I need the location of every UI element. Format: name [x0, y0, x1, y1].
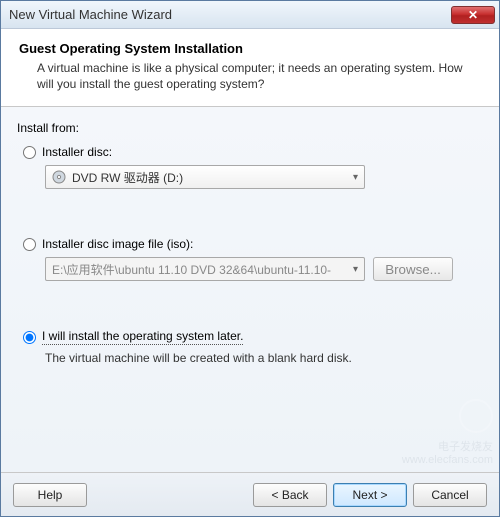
radio-installer-disc-label[interactable]: Installer disc: [42, 145, 112, 159]
installer-disc-value: DVD RW 驱动器 (D:) [72, 169, 183, 186]
next-button[interactable]: Next > [333, 483, 407, 507]
window-title: New Virtual Machine Wizard [9, 7, 451, 22]
close-button[interactable]: ✕ [451, 6, 495, 24]
chevron-down-icon: ▾ [353, 264, 358, 275]
titlebar: New Virtual Machine Wizard ✕ [1, 1, 499, 29]
header-title: Guest Operating System Installation [19, 41, 481, 56]
content-panel: Install from: Installer disc: DVD RW 驱动器… [1, 107, 499, 472]
header-description: A virtual machine is like a physical com… [37, 60, 481, 92]
browse-button[interactable]: Browse... [373, 257, 453, 281]
close-icon: ✕ [468, 9, 478, 21]
radio-installer-disc[interactable] [23, 146, 36, 159]
iso-path-dropdown[interactable]: E:\应用软件\ubuntu 11.10 DVD 32&64\ubuntu-11… [45, 257, 365, 281]
watermark-url: www.elecfans.com [402, 454, 493, 466]
header-panel: Guest Operating System Installation A vi… [1, 29, 499, 107]
option-installer-disc[interactable]: Installer disc: [23, 145, 483, 159]
option-install-later[interactable]: I will install the operating system late… [23, 329, 483, 345]
watermark: 电子发烧友 www.elecfans.com [402, 399, 493, 466]
help-button[interactable]: Help [13, 483, 87, 507]
installer-disc-dropdown[interactable]: DVD RW 驱动器 (D:) ▾ [45, 165, 365, 189]
iso-path-value: E:\应用软件\ubuntu 11.10 DVD 32&64\ubuntu-11… [52, 261, 331, 278]
install-later-description: The virtual machine will be created with… [45, 351, 483, 365]
installer-disc-row: DVD RW 驱动器 (D:) ▾ [45, 165, 483, 189]
radio-iso[interactable] [23, 238, 36, 251]
back-button[interactable]: < Back [253, 483, 327, 507]
cancel-button[interactable]: Cancel [413, 483, 487, 507]
radio-install-later-label[interactable]: I will install the operating system late… [42, 329, 243, 345]
iso-row: E:\应用软件\ubuntu 11.10 DVD 32&64\ubuntu-11… [45, 257, 483, 281]
install-from-label: Install from: [17, 121, 483, 135]
radio-iso-label[interactable]: Installer disc image file (iso): [42, 237, 193, 251]
footer: Help < Back Next > Cancel [1, 472, 499, 516]
option-iso[interactable]: Installer disc image file (iso): [23, 237, 483, 251]
disc-icon [52, 170, 66, 184]
watermark-logo-icon [459, 399, 493, 433]
chevron-down-icon: ▾ [353, 172, 358, 183]
wizard-window: New Virtual Machine Wizard ✕ Guest Opera… [0, 0, 500, 517]
watermark-text: 电子发烧友 [402, 438, 493, 454]
radio-install-later[interactable] [23, 331, 36, 344]
